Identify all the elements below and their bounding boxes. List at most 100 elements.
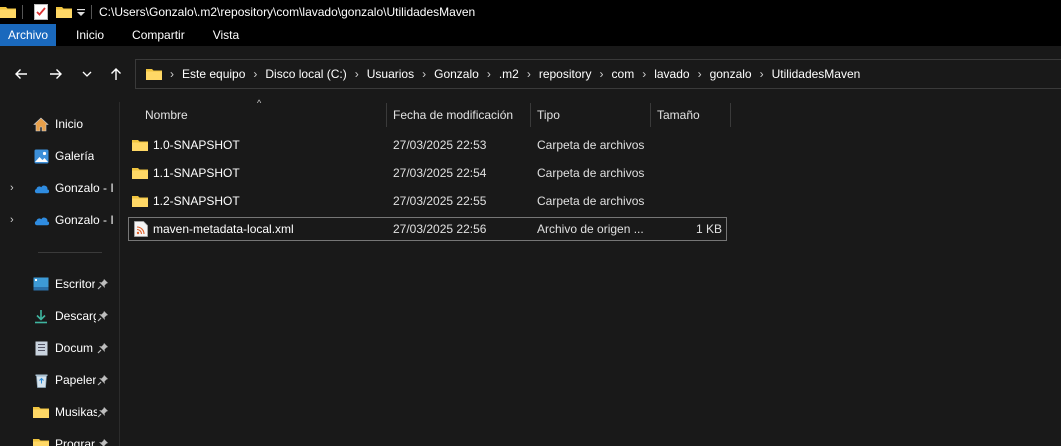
pin-icon[interactable]	[97, 438, 109, 446]
nav-item-label: Docum	[55, 341, 94, 355]
breadcrumb-gonzalo[interactable]: Gonzalo	[434, 67, 479, 81]
column-header-size[interactable]: Tamaño	[657, 103, 700, 127]
new-folder-icon[interactable]	[56, 4, 72, 20]
breadcrumb-usuarios[interactable]: Usuarios	[367, 67, 414, 81]
nav-item-label: Papeler	[55, 373, 96, 387]
tab-inicio[interactable]: Inicio	[62, 24, 118, 46]
folder-icon	[146, 67, 162, 81]
gallery-icon	[33, 148, 49, 164]
chevron-right-icon[interactable]: ›	[253, 67, 257, 81]
chevron-right-icon[interactable]: ›	[10, 182, 14, 194]
nav-item-galeria[interactable]: Galería	[0, 145, 119, 167]
file-row[interactable]: 1.1-SNAPSHOT 27/03/2025 22:54 Carpeta de…	[128, 161, 727, 185]
tab-vista[interactable]: Vista	[199, 24, 253, 46]
column-divider[interactable]	[386, 103, 387, 127]
folder-icon	[132, 196, 148, 207]
breadcrumb-este-equipo[interactable]: Este equipo	[182, 67, 245, 81]
column-header-type[interactable]: Tipo	[537, 103, 560, 127]
onedrive-icon	[33, 180, 49, 196]
chevron-right-icon[interactable]: ›	[642, 67, 646, 81]
folder-icon	[132, 140, 148, 151]
column-header-name[interactable]: Nombre	[145, 103, 188, 127]
pin-icon[interactable]	[97, 342, 109, 354]
address-bar[interactable]: › Este equipo › Disco local (C:) › Usuar…	[135, 59, 1061, 89]
breadcrumb-disco-local[interactable]: Disco local (C:)	[265, 67, 346, 81]
nav-item-musikas[interactable]: Musikas	[0, 401, 119, 423]
nav-item-programas[interactable]: Prograr	[0, 433, 119, 446]
ribbon-tabs: Archivo Inicio Compartir Vista	[0, 24, 1061, 46]
pin-icon[interactable]	[97, 374, 109, 386]
chevron-right-icon[interactable]: ›	[10, 214, 14, 226]
file-date: 27/03/2025 22:55	[393, 194, 487, 208]
nav-item-label: Galería	[55, 149, 95, 163]
nav-divider	[38, 252, 102, 253]
back-arrow-icon	[15, 69, 27, 79]
file-type: Carpeta de archivos	[537, 138, 645, 152]
folder-icon	[132, 168, 148, 179]
title-bar: C:\Users\Gonzalo\.m2\repository\com\lava…	[0, 0, 1061, 24]
breadcrumb-lavado[interactable]: lavado	[654, 67, 689, 81]
xml-file-icon	[134, 221, 148, 237]
file-type: Archivo de origen ...	[537, 222, 644, 236]
breadcrumb-m2[interactable]: .m2	[499, 67, 519, 81]
breadcrumb-gonzalo-pkg[interactable]: gonzalo	[710, 67, 752, 81]
onedrive-icon	[33, 212, 49, 228]
file-name[interactable]: 1.0-SNAPSHOT	[153, 133, 240, 157]
tab-compartir[interactable]: Compartir	[118, 24, 199, 46]
up-button[interactable]	[106, 64, 126, 84]
nav-item-descargas[interactable]: Descarg	[0, 305, 119, 327]
back-button[interactable]	[11, 64, 31, 84]
documents-icon	[33, 340, 49, 356]
nav-item-label: Prograr	[55, 437, 96, 446]
nav-item-label: Gonzalo - I	[55, 213, 114, 227]
forward-arrow-icon	[50, 69, 62, 79]
tab-archivo[interactable]: Archivo	[0, 24, 57, 46]
nav-item-escritorio[interactable]: Escritor	[0, 273, 119, 295]
pin-icon[interactable]	[97, 406, 109, 418]
file-type: Carpeta de archivos	[537, 194, 645, 208]
file-row[interactable]: 1.0-SNAPSHOT 27/03/2025 22:53 Carpeta de…	[128, 133, 727, 157]
forward-button[interactable]	[46, 64, 66, 84]
nav-item-label: Descarg	[55, 309, 96, 323]
file-row[interactable]: maven-metadata-local.xml 27/03/2025 22:5…	[128, 217, 727, 241]
chevron-right-icon[interactable]: ›	[698, 67, 702, 81]
nav-item-documentos[interactable]: Docum	[0, 337, 119, 359]
nav-item-papelera[interactable]: Papeler	[0, 369, 119, 391]
navigation-pane: Inicio Galería › Gonzalo - I › Gonzalo -…	[0, 102, 120, 446]
folder-icon	[33, 436, 49, 446]
nav-item-label: Gonzalo - I	[55, 181, 114, 195]
breadcrumb-utilidadesmaven[interactable]: UtilidadesMaven	[772, 67, 861, 81]
file-row[interactable]: 1.2-SNAPSHOT 27/03/2025 22:55 Carpeta de…	[128, 189, 727, 213]
nav-item-inicio[interactable]: Inicio	[0, 113, 119, 135]
file-name[interactable]: maven-metadata-local.xml	[153, 217, 294, 241]
recent-locations-button[interactable]	[77, 64, 97, 84]
file-size: 1 KB	[695, 222, 722, 236]
chevron-right-icon[interactable]: ›	[760, 67, 764, 81]
nav-item-onedrive-1[interactable]: › Gonzalo - I	[0, 177, 119, 199]
breadcrumb-com[interactable]: com	[612, 67, 635, 81]
customize-toolbar-icon[interactable]	[77, 4, 85, 20]
up-arrow-icon	[111, 68, 121, 80]
chevron-right-icon[interactable]: ›	[600, 67, 604, 81]
file-date: 27/03/2025 22:56	[393, 222, 487, 236]
column-divider[interactable]	[730, 103, 731, 127]
window-title: C:\Users\Gonzalo\.m2\repository\com\lava…	[99, 5, 476, 19]
column-divider[interactable]	[650, 103, 651, 127]
properties-icon[interactable]	[34, 4, 48, 20]
column-header-date[interactable]: Fecha de modificación	[393, 103, 513, 127]
title-divider	[22, 5, 23, 19]
folder-icon	[33, 404, 49, 420]
chevron-right-icon[interactable]: ›	[355, 67, 359, 81]
nav-item-onedrive-2[interactable]: › Gonzalo - I	[0, 209, 119, 231]
chevron-right-icon[interactable]: ›	[422, 67, 426, 81]
chevron-right-icon[interactable]: ›	[527, 67, 531, 81]
breadcrumb-repository[interactable]: repository	[539, 67, 592, 81]
file-name[interactable]: 1.2-SNAPSHOT	[153, 189, 240, 213]
file-name[interactable]: 1.1-SNAPSHOT	[153, 161, 240, 185]
pin-icon[interactable]	[97, 278, 109, 290]
column-divider[interactable]	[530, 103, 531, 127]
title-divider	[91, 5, 92, 19]
chevron-right-icon[interactable]: ›	[170, 67, 174, 81]
pin-icon[interactable]	[97, 310, 109, 322]
chevron-right-icon[interactable]: ›	[487, 67, 491, 81]
